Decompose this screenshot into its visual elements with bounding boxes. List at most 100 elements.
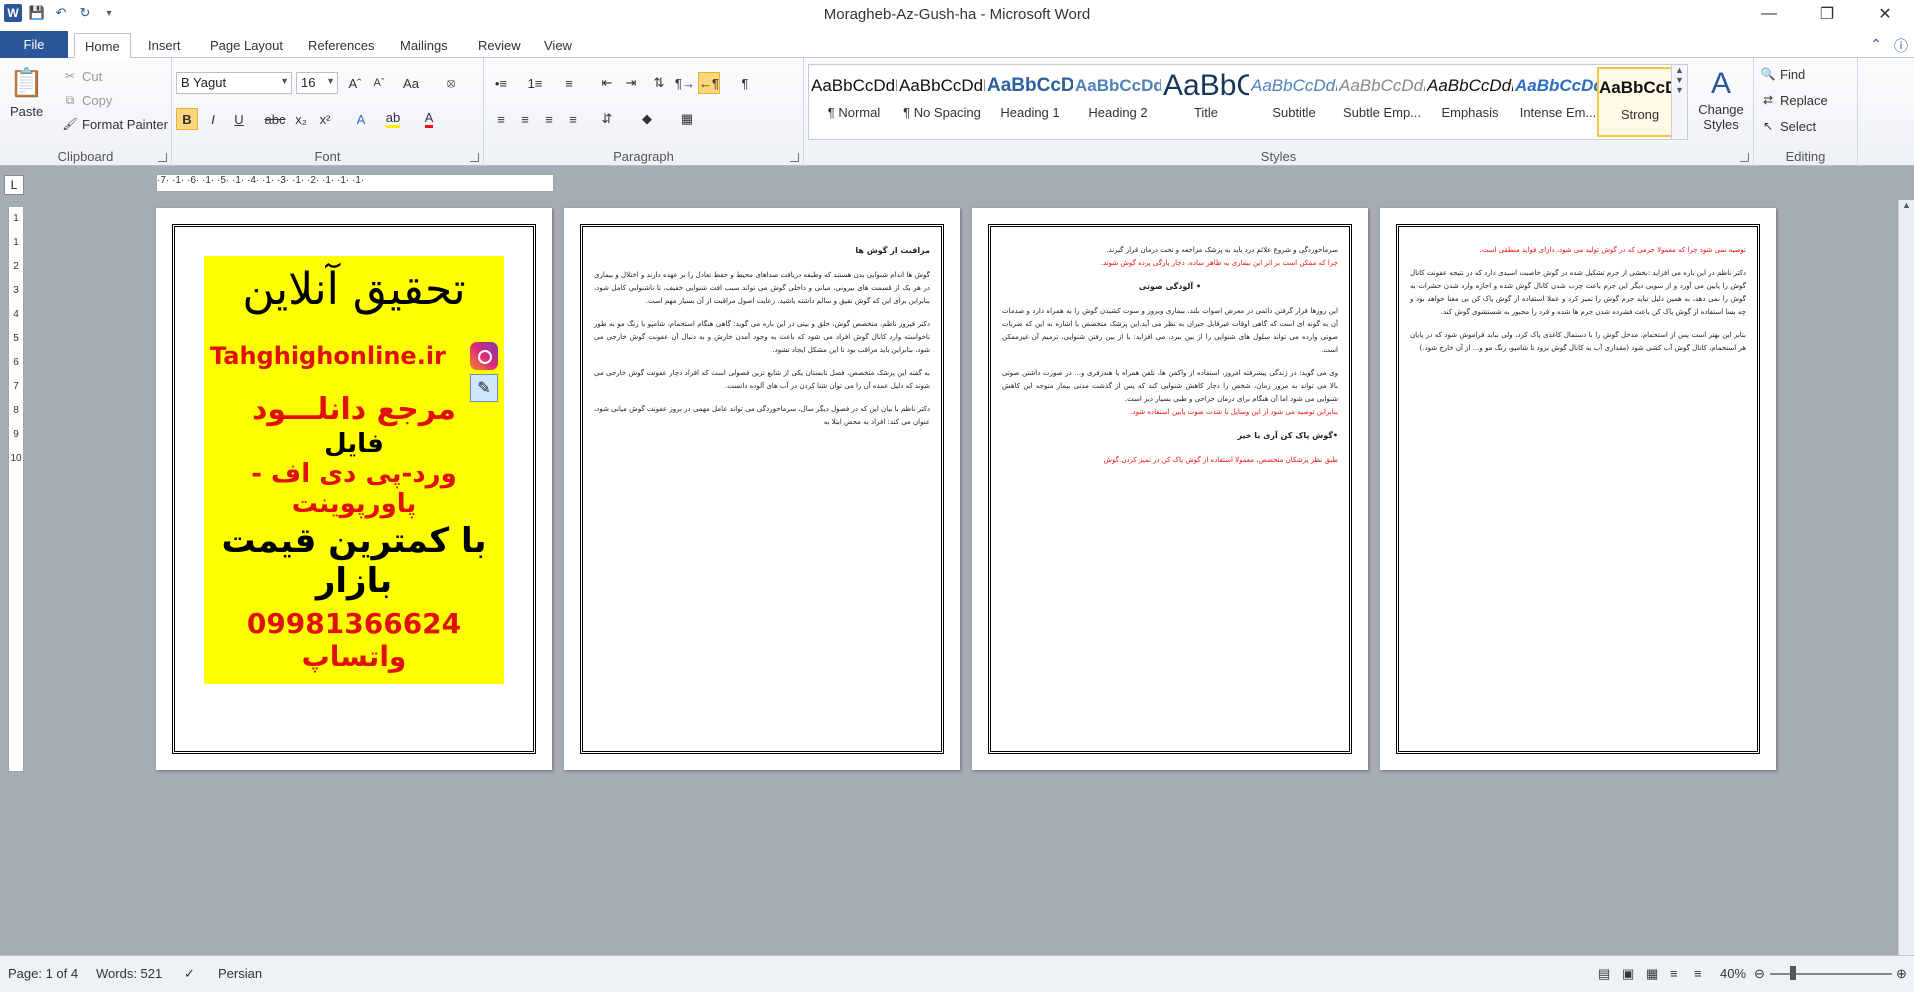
scroll-up-icon[interactable]: ▲: [1899, 200, 1914, 216]
style-normal[interactable]: AaBbCcDdEe ¶ Normal: [811, 67, 897, 137]
zoom-slider[interactable]: [1770, 973, 1892, 975]
zoom-out-icon[interactable]: ⊖: [1754, 966, 1765, 982]
superscript-icon[interactable]: x²: [314, 108, 336, 130]
zoom-level[interactable]: 40%: [1720, 966, 1746, 981]
view-outline-icon[interactable]: ≡: [1670, 966, 1678, 981]
style-emphasis[interactable]: AaBbCcDdEe Emphasis: [1427, 67, 1513, 137]
tab-home[interactable]: Home: [74, 33, 131, 58]
word-count[interactable]: Words: 521: [96, 966, 162, 981]
view-draft-icon[interactable]: ≡: [1694, 966, 1702, 981]
horizontal-ruler[interactable]: ·7· ·1· ·6· ·1· ·5· ·1· ·4· ·1· ·3· ·1· …: [156, 174, 554, 192]
align-right-icon[interactable]: ≡: [538, 108, 560, 130]
tab-page-layout[interactable]: Page Layout: [200, 33, 293, 58]
proofing-icon[interactable]: ✓: [184, 966, 195, 982]
decrease-indent-icon[interactable]: ⇤: [596, 72, 618, 94]
highlight-icon[interactable]: ab: [382, 108, 404, 130]
paragraph-red: بنابراین توصیه می شود از این وسایل با شد…: [1130, 408, 1338, 416]
vertical-scrollbar[interactable]: ▲: [1898, 200, 1914, 955]
style-intense-emphasis[interactable]: AaBbCcDdEe Intense Em...: [1515, 67, 1601, 137]
borders-icon[interactable]: ▦: [676, 108, 698, 130]
page-3[interactable]: سرماخوردگی و شروع علائم درد باید به پزشک…: [972, 208, 1368, 770]
cursor-icon: ↖: [1762, 119, 1774, 133]
numbering-icon[interactable]: 1≡: [524, 72, 546, 94]
subscript-icon[interactable]: x₂: [290, 108, 312, 130]
copy-icon: ⧉: [65, 92, 75, 107]
align-center-icon[interactable]: ≡: [514, 108, 536, 130]
ad-line-6: با کمترین قیمت بازار: [221, 521, 487, 601]
zoom-in-icon[interactable]: ⊕: [1896, 966, 1907, 982]
replace-button[interactable]: ⇄ Replace: [1760, 92, 1828, 108]
tab-insert[interactable]: Insert: [138, 33, 191, 58]
page-count[interactable]: Page: 1 of 4: [8, 966, 78, 981]
change-case-icon[interactable]: Aa: [400, 72, 422, 94]
shading-icon[interactable]: ◆: [636, 108, 658, 130]
paragraph-dialog-launcher[interactable]: [790, 153, 799, 162]
view-web-layout-icon[interactable]: ▦: [1646, 966, 1658, 982]
tab-stop-selector[interactable]: L: [4, 175, 24, 195]
zoom-slider-thumb[interactable]: [1790, 966, 1796, 980]
style-subtitle[interactable]: AaBbCcDdEe Subtitle: [1251, 67, 1337, 137]
tab-references[interactable]: References: [298, 33, 384, 58]
page-4[interactable]: توصیه نمی شود چرا که معمولا جرمی که در گ…: [1380, 208, 1776, 770]
style-no-spacing[interactable]: AaBbCcDdEe ¶ No Spacing: [899, 67, 985, 137]
vertical-ruler[interactable]: 1 1 2 3 4 5 6 7 8 9 10: [8, 206, 24, 772]
tab-mailings[interactable]: Mailings: [390, 33, 458, 58]
paragraph-red: چرا که ممکن است بر اثر این بیماری به ظاه…: [1100, 259, 1338, 267]
style-subtle-emphasis[interactable]: AaBbCcDdEe Subtle Emp...: [1339, 67, 1425, 137]
text-effects-icon[interactable]: A: [350, 108, 372, 130]
font-color-icon[interactable]: A: [418, 108, 440, 130]
bullets-icon[interactable]: •≡: [490, 72, 512, 94]
editing-group: 🔍 Find ⇄ Replace ↖ Select Editing: [1754, 58, 1858, 166]
styles-dialog-launcher[interactable]: [1740, 153, 1749, 162]
paragraph: دکتر فیروز ناظم، متخصص گوش، حلق و بینی د…: [594, 320, 930, 354]
page-2[interactable]: مراقبت از گوش ها گوش ها اندام شنوایی بدن…: [564, 208, 960, 770]
font-size-combo[interactable]: 16 ▼: [296, 72, 338, 94]
page-1[interactable]: تحقیق آنلاین Tahghighonline.ir ✎ مرجع دا…: [156, 208, 552, 770]
paste-button[interactable]: 📋 Paste: [9, 64, 44, 120]
language-indicator[interactable]: Persian: [218, 966, 262, 981]
font-dialog-launcher[interactable]: [470, 153, 479, 162]
tab-view[interactable]: View: [534, 33, 582, 58]
tab-review[interactable]: Review: [468, 33, 531, 58]
font-name-combo[interactable]: B Yagut ▼: [176, 72, 292, 94]
view-print-layout-icon[interactable]: ▤: [1598, 966, 1610, 982]
tab-file[interactable]: File: [0, 31, 68, 58]
restore-button[interactable]: ❐: [1798, 0, 1856, 28]
line-spacing-icon[interactable]: ⇵: [596, 108, 618, 130]
styles-gallery-scroll[interactable]: ▲ ▼ ▼: [1671, 65, 1687, 139]
sort-icon[interactable]: ⇅: [648, 72, 670, 94]
show-formatting-icon[interactable]: ¶: [734, 72, 756, 94]
grow-font-icon[interactable]: Aˆ: [344, 72, 366, 94]
view-full-screen-icon[interactable]: ▣: [1622, 966, 1634, 982]
ltr-direction-icon[interactable]: ¶→: [674, 72, 696, 94]
clear-formatting-icon[interactable]: ⦻: [440, 72, 462, 94]
align-left-icon[interactable]: ≡: [490, 108, 512, 130]
shrink-font-icon[interactable]: Aˇ: [368, 72, 390, 94]
style-title[interactable]: AaBbCcDdEe Title: [1163, 67, 1249, 137]
strikethrough-icon[interactable]: abc: [264, 108, 286, 130]
justify-icon[interactable]: ≡: [562, 108, 584, 130]
bullet-heading: •گوش پاک کن آری یا خیر: [1237, 431, 1339, 440]
change-styles-button[interactable]: A Change Styles: [1694, 66, 1748, 132]
multilevel-list-icon[interactable]: ≡: [558, 72, 580, 94]
help-icon[interactable]: ⓘ: [1894, 36, 1908, 56]
format-painter-button[interactable]: 🖌 Format Painter: [62, 116, 168, 132]
minimize-button[interactable]: —: [1740, 0, 1798, 28]
style-heading-2[interactable]: AaBbCcDdEe Heading 2: [1075, 67, 1161, 137]
minimize-ribbon-icon[interactable]: ⌃: [1870, 36, 1882, 56]
bold-icon[interactable]: B: [176, 108, 198, 130]
copy-button[interactable]: ⧉ Copy: [62, 92, 113, 108]
select-button[interactable]: ↖ Select: [1760, 118, 1816, 134]
increase-indent-icon[interactable]: ⇥: [620, 72, 642, 94]
close-button[interactable]: ✕: [1856, 0, 1914, 28]
title-bar: W 💾 ↶ ↻ ▾ Moragheb-Az-Gush-ha - Microsof…: [0, 0, 1914, 28]
advertisement-banner: تحقیق آنلاین Tahghighonline.ir ✎ مرجع دا…: [204, 256, 504, 684]
underline-icon[interactable]: U: [228, 108, 250, 130]
paragraph: دکتر ناظم در این باره می افزاید :بخشی از…: [1410, 269, 1746, 316]
style-heading-1[interactable]: AaBbCcDdEe Heading 1: [987, 67, 1073, 137]
rtl-direction-icon[interactable]: ←¶: [698, 72, 720, 94]
clipboard-dialog-launcher[interactable]: [158, 153, 167, 162]
find-button[interactable]: 🔍 Find: [1760, 66, 1806, 82]
italic-icon[interactable]: I: [202, 108, 224, 130]
cut-button[interactable]: ✂ Cut: [62, 68, 102, 84]
